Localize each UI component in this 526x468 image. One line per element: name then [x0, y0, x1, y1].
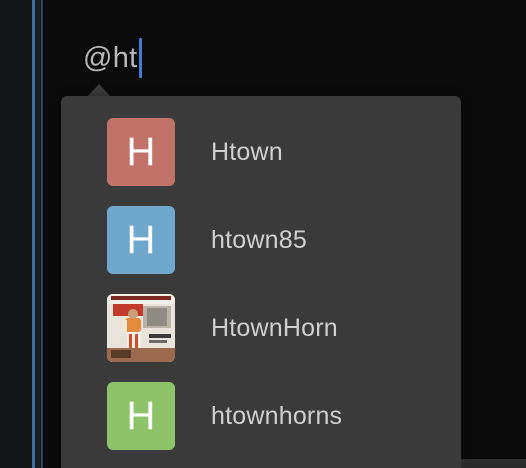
- avatar-letter: H: [126, 218, 156, 262]
- suggestion-username: htownhorns: [211, 401, 343, 430]
- sidebar-accent-line-secondary: [41, 0, 43, 468]
- text-caret: [138, 38, 142, 78]
- avatar-letter: H: [126, 394, 156, 438]
- avatar: H: [107, 118, 175, 186]
- avatar: H: [107, 382, 175, 450]
- magazine-cover-image: [107, 294, 175, 362]
- message-input-text: @ht: [83, 42, 138, 74]
- app-window: @ht H Htown H htown85 HtownHorn H htownh…: [0, 0, 526, 468]
- mention-suggestion-item[interactable]: HtownHorn: [61, 284, 461, 372]
- mention-suggestion-item[interactable]: H htownhorns: [61, 372, 461, 460]
- mention-suggestions-popover: H Htown H htown85 HtownHorn H htownhorns: [61, 96, 461, 468]
- suggestion-username: HtownHorn: [211, 313, 338, 342]
- mention-suggestion-item[interactable]: H Htown: [61, 108, 461, 196]
- avatar: H: [107, 206, 175, 274]
- sidebar-edge: [0, 0, 32, 468]
- message-input[interactable]: @ht: [83, 38, 142, 78]
- avatar-photo: [107, 294, 175, 362]
- bottom-edge-strip: [461, 459, 526, 468]
- suggestion-username: Htown: [211, 137, 283, 166]
- suggestion-username: htown85: [211, 225, 307, 254]
- mention-suggestion-item[interactable]: H htown85: [61, 196, 461, 284]
- avatar-letter: H: [126, 130, 156, 174]
